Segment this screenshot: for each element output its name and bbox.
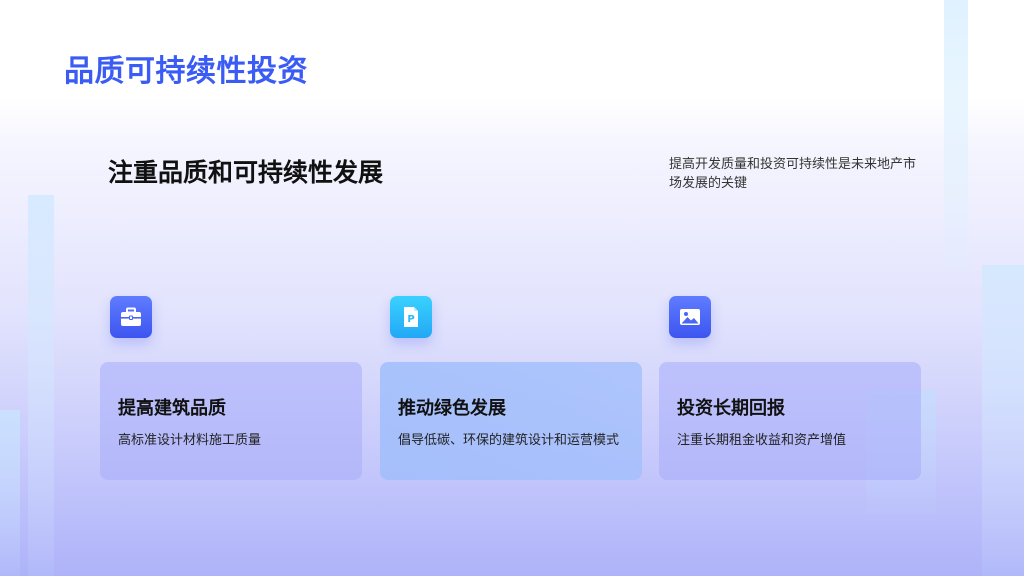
decor-bar — [0, 410, 20, 576]
section-heading: 注重品质和可持续性发展 — [108, 158, 384, 187]
image-icon — [669, 296, 711, 338]
slide: 品质可持续性投资 注重品质和可持续性发展 提高开发质量和投资可持续性是未来地产市… — [0, 0, 1024, 576]
card-building-quality: 提高建筑品质 高标准设计材料施工质量 — [100, 362, 362, 480]
decor-bar — [28, 195, 54, 576]
page-title: 品质可持续性投资 — [64, 54, 308, 89]
card-long-term-return: 投资长期回报 注重长期租金收益和资产增值 — [659, 362, 921, 480]
decor-bar — [982, 265, 1024, 576]
briefcase-icon — [110, 296, 152, 338]
card-title: 提高建筑品质 — [118, 398, 226, 419]
document-p-icon: P — [390, 296, 432, 338]
card-title: 投资长期回报 — [677, 398, 785, 419]
card-description: 高标准设计材料施工质量 — [118, 433, 262, 448]
card-description: 注重长期租金收益和资产增值 — [677, 433, 847, 448]
document-letter: P — [407, 314, 414, 325]
card-description: 倡导低碳、环保的建筑设计和运营模式 — [398, 433, 620, 448]
decor-bar — [944, 0, 968, 270]
section-description: 提高开发质量和投资可持续性是未来地产市场发展的关键 — [669, 157, 917, 191]
card-title: 推动绿色发展 — [398, 398, 506, 419]
card-green-development: 推动绿色发展 倡导低碳、环保的建筑设计和运营模式 — [380, 362, 642, 480]
